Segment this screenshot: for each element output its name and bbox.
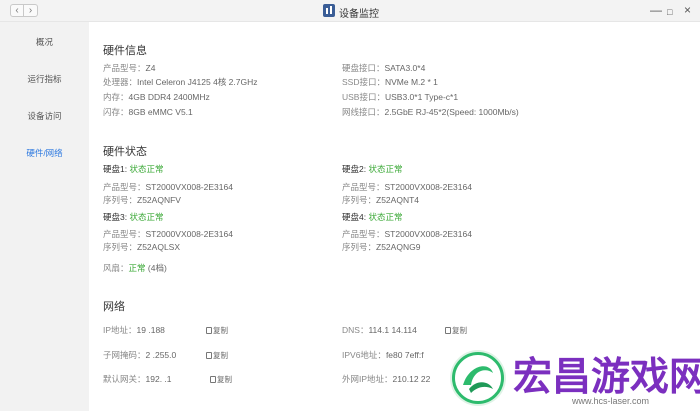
watermark-url: www.hcs-laser.com (572, 396, 650, 406)
dragon-icon (463, 366, 493, 393)
status-badge: 状态正常 (368, 164, 403, 174)
minimize-button[interactable]: — (650, 3, 662, 17)
info-flash: 闪存：8GB eMMC V5.1 (103, 107, 193, 117)
disk4-model: 产品型号：ST2000VX008-2E3164 (342, 229, 472, 239)
disk1-serial: 序列号：Z52AQNFV (103, 195, 181, 205)
sidebar-item-metrics[interactable]: 运行指标 (0, 73, 89, 85)
info-disk-interface: 硬盘接口：SATA3.0*4 (342, 63, 426, 73)
section-title-hardware-status: 硬件状态 (103, 146, 147, 158)
sidebar-item-hardware-network[interactable]: 硬件/网络 (0, 147, 89, 159)
net-ip: IP地址：19 .188 (103, 325, 165, 335)
net-public-ip: 外网IP地址：210.12 22 (342, 374, 431, 384)
disk3-header: 硬盘3: 状态正常 (103, 212, 164, 222)
window-title: 设备监控 (339, 9, 379, 20)
disk1-model: 产品型号：ST2000VX008-2E3164 (103, 182, 233, 192)
sidebar-item-device-access[interactable]: 设备访问 (0, 110, 89, 122)
status-badge: 状态正常 (368, 212, 403, 222)
sidebar: 概况 运行指标 设备访问 硬件/网络 (0, 22, 89, 411)
disk1-header: 硬盘1: 状态正常 (103, 164, 164, 174)
watermark-logo-icon (452, 352, 504, 404)
net-dns: DNS：114.1 14.114 (342, 325, 417, 335)
copy-subnet-button[interactable]: 复制 (206, 350, 228, 361)
info-lan-interface: 网线接口：2.5GbE RJ-45*2(Speed: 1000Mb/s) (342, 107, 519, 117)
info-memory: 内存：4GB DDR4 2400MHz (103, 92, 210, 102)
section-title-hardware-info: 硬件信息 (103, 45, 147, 57)
info-usb-interface: USB接口：USB3.0*1 Type-c*1 (342, 92, 459, 102)
watermark-text: 宏昌游戏网 (513, 355, 700, 400)
disk3-model: 产品型号：ST2000VX008-2E3164 (103, 229, 233, 239)
sidebar-item-overview[interactable]: 概况 (0, 36, 89, 48)
copy-icon (445, 327, 451, 334)
status-badge: 状态正常 (129, 212, 164, 222)
copy-icon (206, 327, 212, 334)
copy-icon (210, 376, 216, 383)
title-bar: ‹ › 设备监控 — □ × (0, 0, 700, 22)
copy-gateway-button[interactable]: 复制 (210, 374, 232, 385)
copy-icon (206, 352, 212, 359)
disk4-serial: 序列号：Z52AQNG9 (342, 242, 421, 252)
disk2-serial: 序列号：Z52AQNT4 (342, 195, 420, 205)
close-button[interactable]: × (684, 3, 691, 17)
net-gateway: 默认网关：192. .1 (103, 374, 172, 384)
maximize-button[interactable]: □ (667, 5, 672, 19)
forward-button[interactable]: › (24, 4, 38, 17)
section-title-network: 网络 (103, 301, 125, 313)
status-badge: 状态正常 (129, 164, 164, 174)
disk2-header: 硬盘2: 状态正常 (342, 164, 403, 174)
disk2-model: 产品型号：ST2000VX008-2E3164 (342, 182, 472, 192)
disk3-serial: 序列号：Z52AQLSX (103, 242, 181, 252)
copy-dns-button[interactable]: 复制 (445, 325, 467, 336)
fan-status: 风扇：正常 (4档) (103, 263, 167, 273)
info-cpu: 处理器：Intel Celeron J4125 4核 2.7GHz (103, 77, 258, 87)
copy-ip-button[interactable]: 复制 (206, 325, 228, 336)
net-ipv6: IPV6地址：fe80 7eff:f (342, 350, 424, 360)
info-ssd-interface: SSD接口：NVMe M.2 * 1 (342, 77, 438, 87)
net-subnet: 子网掩码：2 .255.0 (103, 350, 177, 360)
back-button[interactable]: ‹ (10, 4, 24, 17)
info-model: 产品型号：Z4 (103, 63, 156, 73)
disk4-header: 硬盘4: 状态正常 (342, 212, 403, 222)
monitor-app-icon (323, 4, 335, 17)
